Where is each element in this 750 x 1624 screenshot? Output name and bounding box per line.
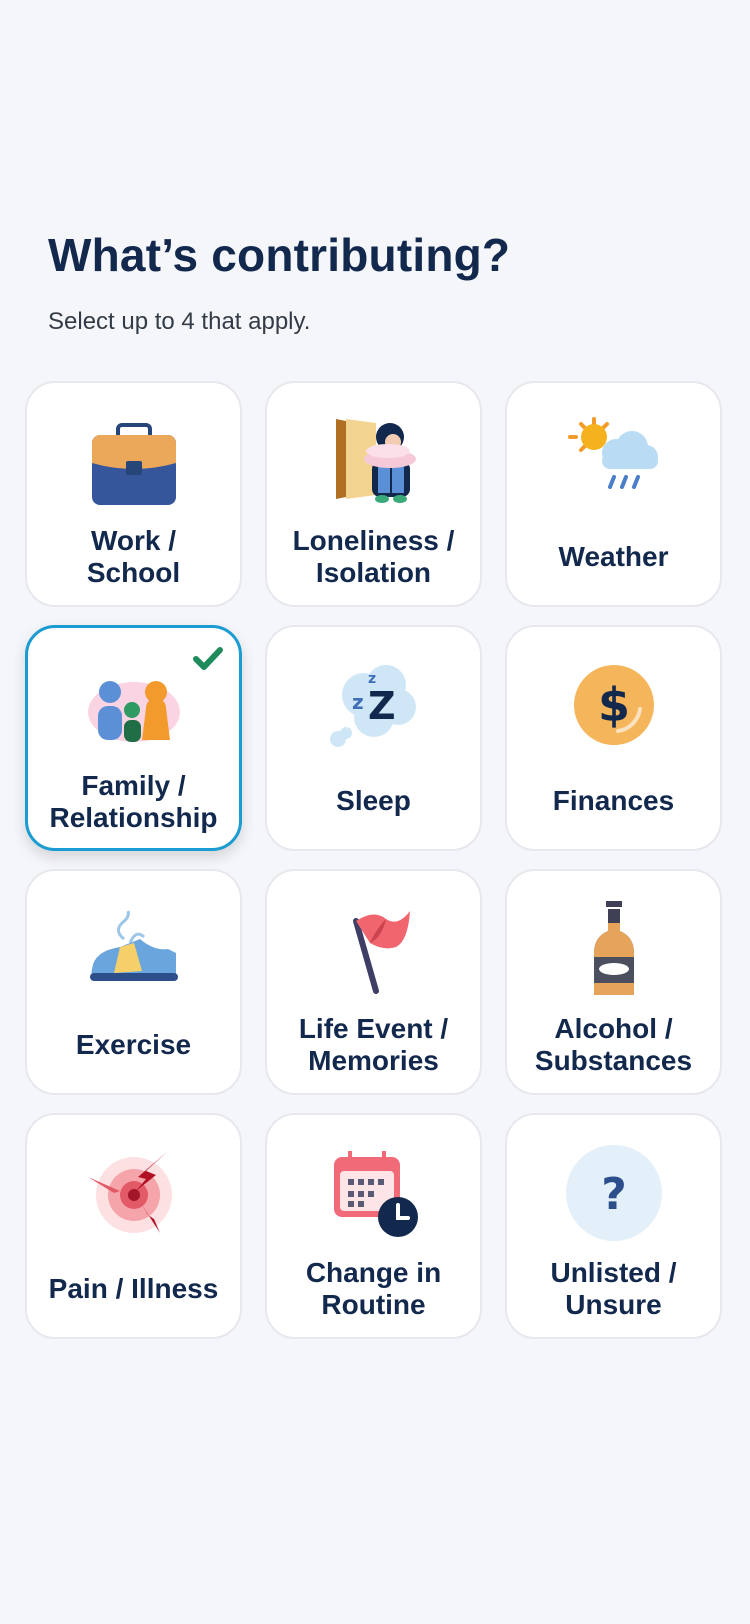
page-title: What’s contributing? [48, 229, 511, 281]
dollar-coin-icon: $ [564, 655, 664, 755]
option-label: Alcohol / Substances [534, 1013, 693, 1076]
option-loneliness-isolation[interactable]: Loneliness / Isolation [265, 381, 482, 607]
contributing-screen: What’s contributing? Select up to 4 that… [0, 0, 750, 1624]
lonely-person-icon [324, 411, 424, 511]
option-label: Life Event / Memories [298, 1013, 449, 1076]
option-unlisted-unsure[interactable]: ? Unlisted / Unsure [505, 1113, 722, 1339]
option-pain-illness[interactable]: Pain / Illness [25, 1113, 242, 1339]
option-change-in-routine[interactable]: Change in Routine [265, 1113, 482, 1339]
calendar-clock-icon [324, 1143, 424, 1243]
weather-icon [564, 411, 664, 511]
briefcase-icon [84, 411, 184, 511]
svg-text:Z: Z [368, 684, 396, 728]
option-label: Pain / Illness [48, 1273, 219, 1304]
sneaker-icon [84, 899, 184, 999]
pain-target-icon [84, 1143, 184, 1243]
option-label: Work / School [86, 525, 181, 588]
option-label: Exercise [75, 1029, 192, 1060]
svg-text:$: $ [597, 678, 629, 732]
option-alcohol-substances[interactable]: Alcohol / Substances [505, 869, 722, 1095]
svg-text:z: z [352, 690, 364, 714]
option-work-school[interactable]: Work / School [25, 381, 242, 607]
option-weather[interactable]: Weather [505, 381, 722, 607]
option-label: Change in Routine [305, 1257, 442, 1320]
page-subtitle: Select up to 4 that apply. [48, 308, 311, 335]
option-finances[interactable]: $ Finances [505, 625, 722, 851]
option-label: Loneliness / Isolation [292, 525, 455, 588]
option-exercise[interactable]: Exercise [25, 869, 242, 1095]
option-label: Weather [558, 541, 669, 572]
sleep-icon: z z Z [324, 655, 424, 755]
option-family-relationship[interactable]: Family / Relationship [25, 625, 242, 851]
svg-text:?: ? [601, 1169, 627, 1220]
option-label: Unlisted / Unsure [550, 1257, 677, 1320]
options-grid: Work / School Loneliness / Isolation Wea… [25, 381, 723, 1339]
bottle-icon [564, 899, 664, 999]
flag-icon [324, 899, 424, 999]
question-icon: ? [564, 1143, 664, 1243]
option-label: Family / Relationship [49, 770, 218, 833]
option-label: Finances [552, 785, 675, 816]
option-label: Sleep [336, 785, 411, 816]
family-icon [84, 656, 184, 756]
option-life-event-memories[interactable]: Life Event / Memories [265, 869, 482, 1095]
checkmark-icon [191, 642, 225, 676]
option-sleep[interactable]: z z Z Sleep [265, 625, 482, 851]
